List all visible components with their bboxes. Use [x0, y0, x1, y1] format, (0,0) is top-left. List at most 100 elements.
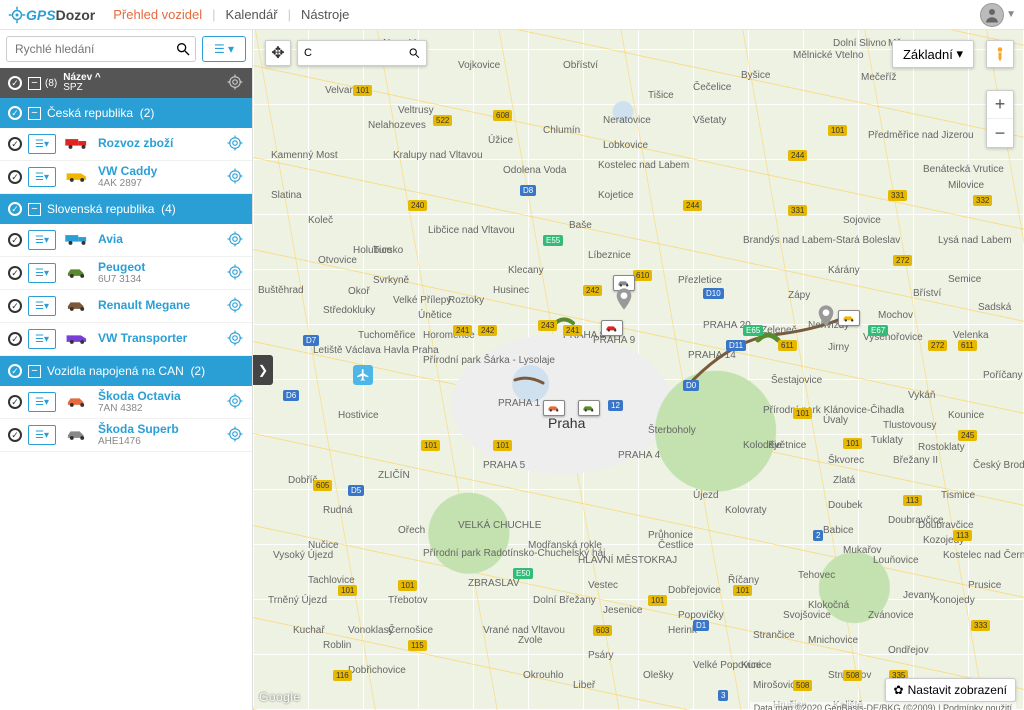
- locate-all-icon[interactable]: [226, 73, 244, 94]
- search-input[interactable]: [11, 42, 175, 56]
- collapse-icon[interactable]: −: [28, 107, 41, 120]
- nav-tools[interactable]: Nástroje: [291, 7, 359, 22]
- logo[interactable]: GPSDozor: [8, 6, 95, 24]
- vehicle-name: VW Transporter: [98, 332, 226, 345]
- vehicle-menu-button[interactable]: ☰▾: [28, 134, 56, 154]
- nav-vehicles[interactable]: Přehled vozidel: [103, 7, 212, 22]
- main-nav: Přehled vozidel | Kalendář | Nástroje: [103, 7, 359, 22]
- locate-vehicle-icon[interactable]: [226, 167, 244, 188]
- locate-vehicle-icon[interactable]: [226, 263, 244, 284]
- vehicle-marker[interactable]: [578, 400, 600, 416]
- vehicle-menu-button[interactable]: ☰▾: [28, 392, 56, 412]
- group-count: (2): [140, 106, 155, 120]
- vehicle-type-icon: [62, 331, 92, 348]
- collapse-all-icon[interactable]: −: [28, 77, 41, 90]
- collapse-icon[interactable]: −: [28, 203, 41, 216]
- vehicle-plate: 4AK 2897: [98, 178, 226, 189]
- vehicle-row[interactable]: ☰▾ Peugeot 6U7 3134: [0, 257, 252, 290]
- group-checkbox[interactable]: [8, 364, 22, 378]
- map-settings-button[interactable]: ✿ Nastavit zobrazení: [885, 678, 1016, 702]
- user-menu[interactable]: [980, 3, 1004, 27]
- vehicle-menu-button[interactable]: ☰▾: [28, 230, 56, 250]
- collapse-icon[interactable]: −: [28, 365, 41, 378]
- vehicle-row[interactable]: ☰▾ VW Transporter: [0, 323, 252, 356]
- vehicle-name: VW Caddy: [98, 165, 226, 178]
- group-label: Česká republika: [47, 106, 133, 120]
- topbar: GPSDozor Přehled vozidel | Kalendář | Ná…: [0, 0, 1024, 30]
- locate-vehicle-icon[interactable]: [226, 134, 244, 155]
- vehicle-row[interactable]: ☰▾ VW Caddy 4AK 2897: [0, 161, 252, 194]
- vehicle-checkbox[interactable]: [8, 137, 22, 151]
- vehicle-menu-button[interactable]: ☰▾: [28, 296, 56, 316]
- zoom-in-button[interactable]: +: [987, 91, 1013, 119]
- vehicle-plate: 7AN 4382: [98, 403, 226, 414]
- vehicle-marker[interactable]: [543, 400, 565, 416]
- vehicle-row[interactable]: ☰▾ Škoda Superb AHE1476: [0, 419, 252, 452]
- vehicle-menu-button[interactable]: ☰▾: [28, 329, 56, 349]
- group-label: Slovenská republika: [47, 202, 154, 216]
- vehicle-marker[interactable]: [838, 310, 860, 326]
- map-pin-icon[interactable]: [818, 305, 834, 327]
- vehicle-checkbox[interactable]: [8, 266, 22, 280]
- vehicle-marker[interactable]: [601, 320, 623, 336]
- map-search-controls: ✥: [265, 40, 427, 66]
- vehicle-group-header[interactable]: −Česká republika (2): [0, 98, 252, 128]
- group-checkbox[interactable]: [8, 106, 22, 120]
- sort-spz-label[interactable]: SPZ: [63, 83, 101, 93]
- group-count: (4): [161, 202, 176, 216]
- vehicle-row[interactable]: ☰▾ Avia: [0, 224, 252, 257]
- select-all-checkbox[interactable]: [8, 76, 22, 90]
- vehicle-type-icon: [62, 298, 92, 315]
- locate-vehicle-icon[interactable]: [226, 296, 244, 317]
- vehicle-type-icon: [62, 136, 92, 153]
- vehicle-checkbox[interactable]: [8, 170, 22, 184]
- locate-vehicle-icon[interactable]: [226, 392, 244, 413]
- nav-calendar[interactable]: Kalendář: [216, 7, 288, 22]
- user-icon: [983, 6, 1001, 24]
- sidebar-search[interactable]: [6, 36, 196, 62]
- group-label: Vozidla napojená na CAN: [47, 364, 184, 378]
- vehicle-name: Peugeot: [98, 261, 226, 274]
- vehicle-row[interactable]: ☰▾ Škoda Octavia 7AN 4382: [0, 386, 252, 419]
- vehicle-row[interactable]: ☰▾ Rozvoz zboží: [0, 128, 252, 161]
- map-type-selector[interactable]: Základní ▾: [892, 40, 974, 68]
- vehicle-checkbox[interactable]: [8, 233, 22, 247]
- google-logo: Google: [259, 690, 301, 704]
- streetview-pegman[interactable]: [986, 40, 1014, 68]
- search-icon: [175, 41, 191, 57]
- zoom-controls: + −: [986, 90, 1014, 148]
- vehicle-checkbox[interactable]: [8, 428, 22, 442]
- vehicle-checkbox[interactable]: [8, 299, 22, 313]
- group-count: (2): [190, 364, 205, 378]
- vehicle-type-icon: [62, 265, 92, 282]
- vehicle-row[interactable]: ☰▾ Renault Megane: [0, 290, 252, 323]
- map-pin-icon[interactable]: [616, 288, 632, 310]
- vehicle-plate: 6U7 3134: [98, 274, 226, 285]
- vehicle-plate: AHE1476: [98, 436, 226, 447]
- vehicle-name: Avia: [98, 233, 226, 246]
- vehicle-group-header[interactable]: −Vozidla napojená na CAN (2): [0, 356, 252, 386]
- sidebar-collapse-handle[interactable]: ❯: [253, 355, 273, 385]
- locate-vehicle-icon[interactable]: [226, 329, 244, 350]
- filter-button[interactable]: ☰ ▾: [202, 36, 246, 62]
- locate-vehicle-icon[interactable]: [226, 230, 244, 251]
- map-search-input[interactable]: [304, 47, 408, 59]
- vehicle-menu-button[interactable]: ☰▾: [28, 263, 56, 283]
- map[interactable]: PrahaNova VesVojkoviceOdolena VodaKralup…: [253, 30, 1024, 710]
- logo-text-gps: GPS: [26, 7, 56, 23]
- zoom-out-button[interactable]: −: [987, 119, 1013, 147]
- vehicle-checkbox[interactable]: [8, 395, 22, 409]
- locate-vehicle-icon[interactable]: [226, 425, 244, 446]
- logo-text-dozor: Dozor: [56, 7, 96, 23]
- map-search-box[interactable]: [297, 40, 427, 66]
- vehicle-group-header[interactable]: −Slovenská republika (4): [0, 194, 252, 224]
- vehicle-type-icon: [62, 394, 92, 411]
- vehicle-menu-button[interactable]: ☰▾: [28, 167, 56, 187]
- map-toggle-button[interactable]: ✥: [265, 40, 291, 66]
- vehicle-menu-button[interactable]: ☰▾: [28, 425, 56, 445]
- map-attribution: Data map ©2020 GeoBasis-DE/BKG (©2009) |…: [750, 702, 1016, 710]
- vehicle-checkbox[interactable]: [8, 332, 22, 346]
- chevron-down-icon: ▼: [1006, 9, 1016, 20]
- group-checkbox[interactable]: [8, 202, 22, 216]
- vehicle-type-icon: [62, 427, 92, 444]
